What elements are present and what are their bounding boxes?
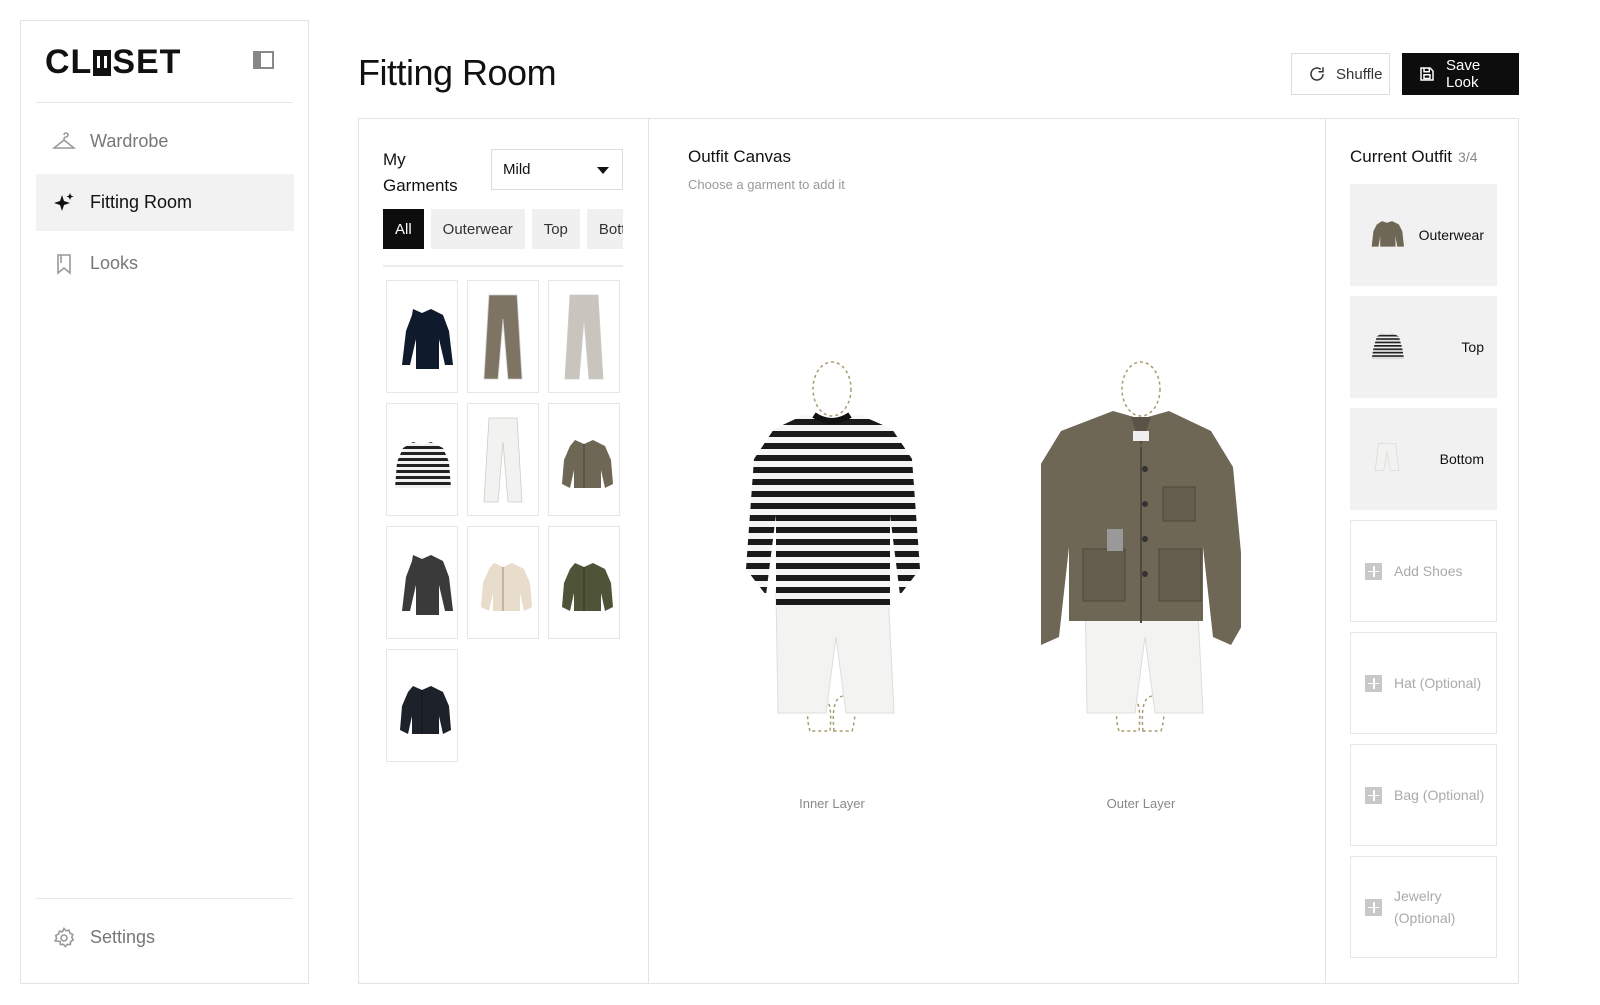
striped-sweater-icon xyxy=(391,410,453,510)
canvas-subtitle: Choose a garment to add it xyxy=(688,177,845,192)
sidebar-item-label: Fitting Room xyxy=(90,192,193,212)
outfit-slot-add-shoes[interactable]: Add Shoes xyxy=(1350,520,1497,622)
inner-layer-label: Inner Layer xyxy=(799,796,865,811)
refresh-icon xyxy=(1308,65,1326,83)
caret-down-icon xyxy=(597,167,609,174)
outfit-slot-empty-label: Bag (Optional) xyxy=(1394,787,1485,803)
sidebar-item-fitting-room[interactable]: Fitting Room xyxy=(36,174,294,231)
sidebar-item-looks[interactable]: Looks xyxy=(36,235,294,292)
pants-thumbnail-icon xyxy=(1370,440,1404,479)
weather-select[interactable]: Mild xyxy=(491,149,623,190)
garment-tile[interactable] xyxy=(467,526,539,639)
outfit-slot-label: Bottom xyxy=(1439,451,1484,467)
outfit-count: 3/4 xyxy=(1458,149,1478,165)
filter-chip-outerwear[interactable]: Outerwear xyxy=(430,209,525,249)
logo-text-end: SET xyxy=(112,43,182,81)
garment-tile[interactable] xyxy=(386,280,458,393)
outfit-slot-empty-label: Hat (Optional) xyxy=(1394,675,1482,691)
gear-icon xyxy=(52,926,76,950)
current-outfit-heading: Current Outfit xyxy=(1350,147,1453,166)
app-logo[interactable]: CL SET xyxy=(45,43,181,82)
outer-layer-figure[interactable] xyxy=(1025,359,1247,759)
outfit-slot-add-jewelry[interactable]: Jewelry (Optional) xyxy=(1350,856,1497,958)
sidebar-item-wardrobe[interactable]: Wardrobe xyxy=(36,113,294,170)
collapse-sidebar-icon[interactable] xyxy=(253,51,274,69)
garment-tile[interactable] xyxy=(386,403,458,516)
garment-tile[interactable] xyxy=(467,280,539,393)
white-wide-pants-icon xyxy=(472,410,534,510)
sidebar-item-label: Looks xyxy=(90,253,139,273)
shuffle-label: Shuffle xyxy=(1336,65,1383,83)
garment-tile[interactable] xyxy=(386,526,458,639)
filter-tabs: All Outerwear Top Bottom xyxy=(383,209,623,249)
current-outfit-title: Current Outfit 3/4 xyxy=(1350,147,1478,167)
outer-layer-label: Outer Layer xyxy=(1106,796,1176,811)
filter-divider xyxy=(383,265,623,267)
save-look-button[interactable]: Save Look xyxy=(1402,53,1519,95)
sidebar: CL SET Wardrobe Fitting Room Looks Settin… xyxy=(20,20,309,984)
logo-closet-icon xyxy=(93,50,112,76)
page-title: Fitting Room xyxy=(358,52,557,93)
garment-tile[interactable] xyxy=(548,403,620,516)
filter-chip-all[interactable]: All xyxy=(383,209,424,249)
beige-trousers-icon xyxy=(553,287,615,387)
striped-top-thumbnail-icon xyxy=(1370,328,1404,367)
plus-icon xyxy=(1365,562,1382,580)
garment-tile[interactable] xyxy=(548,526,620,639)
inner-layer-figure[interactable] xyxy=(732,359,932,759)
outfit-slot-empty-label: Jewelry (Optional) xyxy=(1394,888,1456,926)
green-shirt-jacket-icon xyxy=(553,533,615,633)
garments-title: My Garments xyxy=(383,150,458,195)
plus-icon xyxy=(1365,674,1382,692)
sidebar-divider xyxy=(36,102,293,103)
save-icon xyxy=(1418,65,1436,83)
outfit-slot-add-hat[interactable]: Hat (Optional) xyxy=(1350,632,1497,734)
jacket-thumbnail-icon xyxy=(1370,216,1404,255)
olive-field-jacket-icon xyxy=(553,410,615,510)
plus-icon xyxy=(1365,898,1382,916)
garment-tile[interactable] xyxy=(467,403,539,516)
canvas-title: Outfit Canvas xyxy=(688,147,791,166)
outfit-slot-label: Outerwear xyxy=(1418,227,1484,243)
sidebar-item-settings[interactable]: Settings xyxy=(36,909,294,966)
sidebar-item-label: Settings xyxy=(90,927,156,947)
bookmark-icon xyxy=(52,252,76,276)
outfit-slot-empty-label: Add Shoes xyxy=(1394,563,1463,579)
logo-text-start: CL xyxy=(45,43,93,81)
garment-tile[interactable] xyxy=(386,649,458,762)
charcoal-long-sleeve-icon xyxy=(391,533,453,633)
save-look-label: Save Look xyxy=(1446,57,1481,91)
outfit-canvas: Outfit Canvas Choose a garment to add it… xyxy=(649,119,1326,983)
cream-blazer-icon xyxy=(472,533,534,633)
shuffle-button[interactable]: Shuffle xyxy=(1291,53,1390,95)
outfit-slot-outerwear[interactable]: Outerwear xyxy=(1350,184,1497,286)
sparkle-icon xyxy=(52,191,76,215)
garments-panel: My Garments Mild All Outerwear Top Botto… xyxy=(359,119,649,983)
sidebar-divider xyxy=(36,898,293,899)
filter-chip-bottom[interactable]: Bottom xyxy=(586,209,623,249)
outfit-slot-add-bag[interactable]: Bag (Optional) xyxy=(1350,744,1497,846)
black-coach-jacket-icon xyxy=(391,656,453,756)
garment-tile[interactable] xyxy=(548,280,620,393)
sidebar-item-label: Wardrobe xyxy=(90,131,169,151)
weather-select-value: Mild xyxy=(503,161,531,178)
outfit-slot-bottom[interactable]: Bottom xyxy=(1350,408,1497,510)
hanger-icon xyxy=(52,130,76,154)
filter-chip-top[interactable]: Top xyxy=(531,209,580,249)
plus-icon xyxy=(1365,786,1382,804)
outfit-slot-top[interactable]: Top xyxy=(1350,296,1497,398)
olive-trousers-icon xyxy=(472,287,534,387)
outfit-slot-label: Top xyxy=(1461,339,1484,355)
navy-long-sleeve-tee-icon xyxy=(391,287,453,387)
garment-grid xyxy=(386,280,622,762)
current-outfit-panel: Current Outfit 3/4 Outerwear Top Bottom A… xyxy=(1326,119,1519,983)
fitting-room-panel: My Garments Mild All Outerwear Top Botto… xyxy=(358,118,1519,984)
